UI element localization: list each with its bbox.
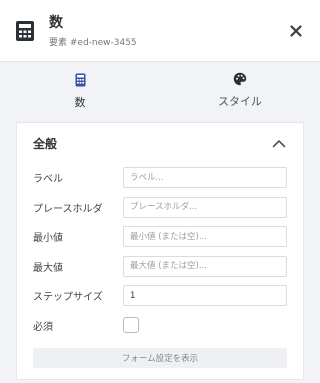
header-titles: 数 要素 #ed-new-3455 (49, 14, 286, 48)
general-form: ラベル プレースホルダ 最小値 最大値 ステップサイズ 必須 (17, 163, 303, 368)
form-row-max: 最大値 (33, 252, 287, 282)
close-icon (290, 24, 302, 37)
form-row-min: 最小値 (33, 222, 287, 252)
calculator-icon (16, 20, 34, 41)
placeholder-input[interactable] (123, 196, 287, 218)
form-row-step: ステップサイズ (33, 281, 287, 311)
element-settings-panel: 数 要素 #ed-new-3455 数 スタイル 全般 ラベル ラベル... プ… (0, 0, 320, 383)
general-section-card: 全般 ラベル プレースホルダ 最小値 最大値 (16, 122, 304, 380)
section-header[interactable]: 全般 (17, 123, 303, 163)
max-value-input[interactable] (123, 255, 287, 277)
chevron-up-icon[interactable] (271, 135, 287, 151)
field-min-label: 最小値 (33, 233, 63, 245)
field-required-label: 必須 (33, 321, 53, 333)
tab-number-label: 数 (74, 96, 86, 109)
form-row-placeholder: プレースホルダ (33, 193, 287, 223)
tab-bar: 数 スタイル (0, 62, 320, 120)
field-step-label: ステップサイズ (33, 292, 103, 304)
close-button[interactable] (286, 21, 306, 41)
calculator-icon (75, 72, 86, 88)
panel-title: 数 (49, 14, 63, 31)
min-value-input[interactable] (123, 226, 287, 248)
palette-icon (233, 71, 247, 87)
section-title: 全般 (33, 136, 58, 151)
field-max-label: 最大値 (33, 262, 63, 274)
field-label-label: ラベル (33, 174, 63, 186)
form-row-label: ラベル (33, 163, 287, 193)
field-placeholder-label: プレースホルダ (33, 203, 103, 215)
form-row-required: 必須 (33, 311, 287, 341)
required-checkbox[interactable] (123, 317, 139, 334)
label-input[interactable] (123, 167, 287, 189)
element-id-label: 要素 #ed-new-3455 (49, 37, 137, 48)
tab-style-label: スタイル (218, 95, 262, 108)
tab-number[interactable]: 数 (0, 62, 160, 120)
show-form-settings-button[interactable]: フォーム設定を表示 (33, 348, 287, 368)
step-size-input[interactable] (123, 285, 287, 307)
tab-style[interactable]: スタイル (160, 62, 320, 120)
panel-header: 数 要素 #ed-new-3455 (0, 0, 320, 62)
